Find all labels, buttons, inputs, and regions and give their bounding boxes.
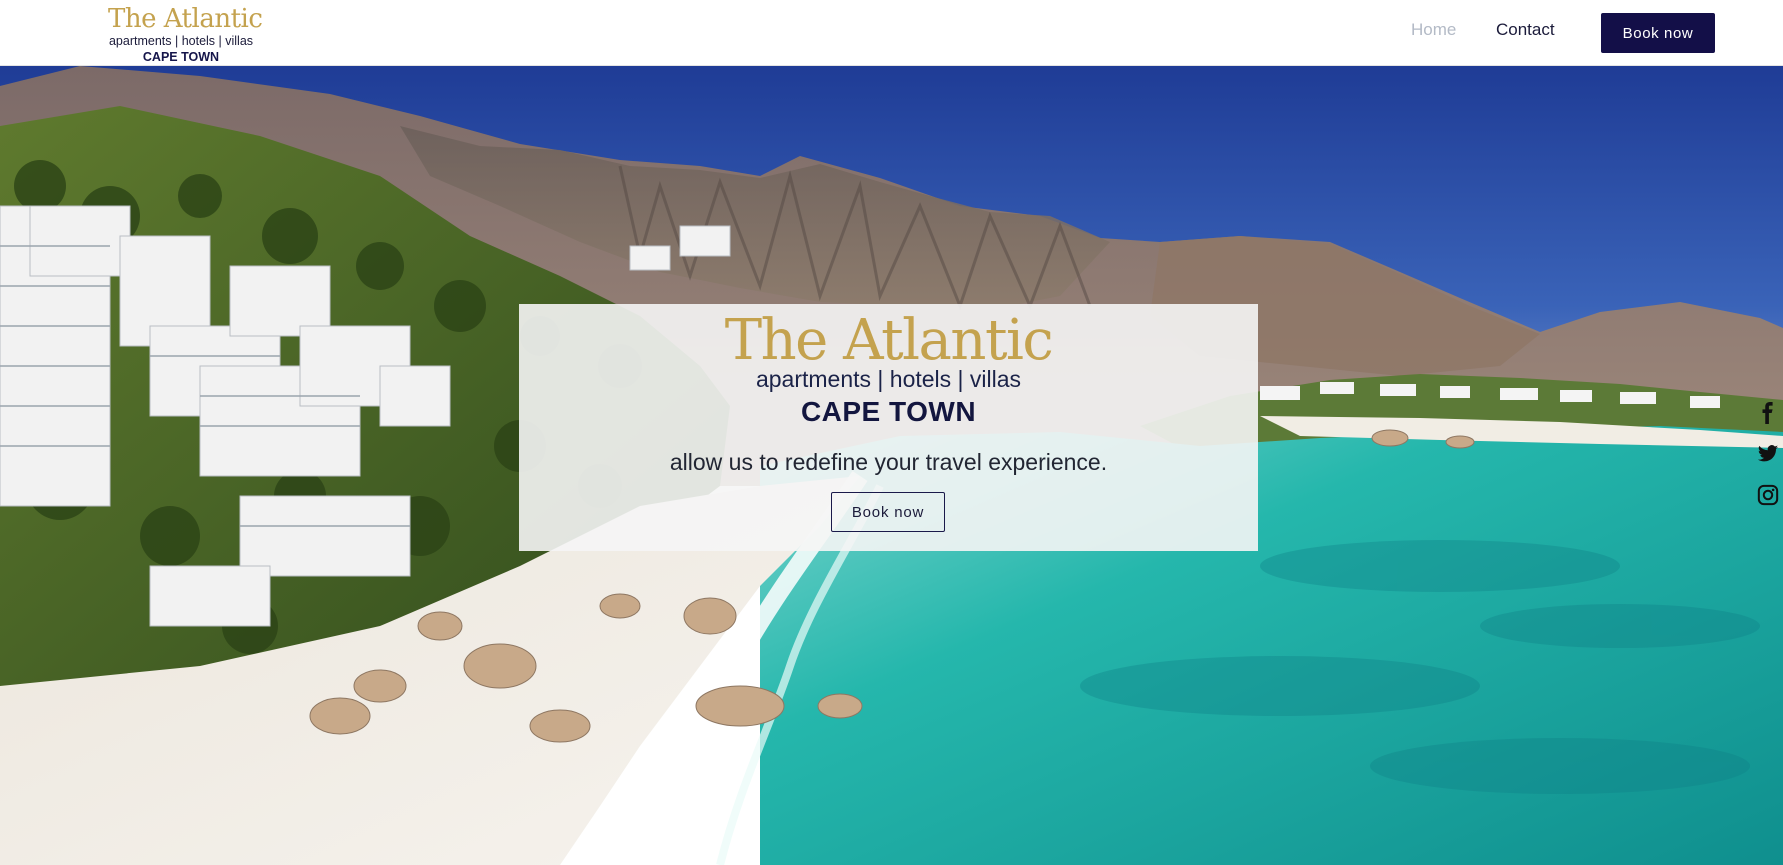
logo-subtitle: apartments | hotels | villas [108,34,254,48]
nav-link-contact[interactable]: Contact [1496,20,1555,40]
hero-book-now-button[interactable]: Book now [831,492,945,532]
instagram-icon[interactable] [1757,484,1779,506]
logo-title: The Atlantic [108,4,263,34]
twitter-icon[interactable] [1757,443,1779,465]
facebook-icon[interactable] [1757,402,1779,424]
hero-tagline: allow us to redefine your travel experie… [669,449,1108,475]
hero-title: The Atlantic [724,308,1054,373]
social-bar [1757,402,1781,525]
site-header: The Atlantic apartments | hotels | villa… [0,0,1783,66]
hero-subtitle: apartments | hotels | villas [755,366,1022,392]
hero-card: The Atlantic apartments | hotels | villa… [519,304,1258,551]
site-logo[interactable]: The Atlantic apartments | hotels | villa… [108,4,263,65]
header-book-now-button[interactable]: Book now [1601,13,1715,53]
hero-section: The Atlantic apartments | hotels | villa… [0,66,1783,865]
logo-city: CAPE TOWN [142,50,220,64]
nav-link-home[interactable]: Home [1411,20,1456,40]
hero-city: CAPE TOWN [800,396,977,427]
